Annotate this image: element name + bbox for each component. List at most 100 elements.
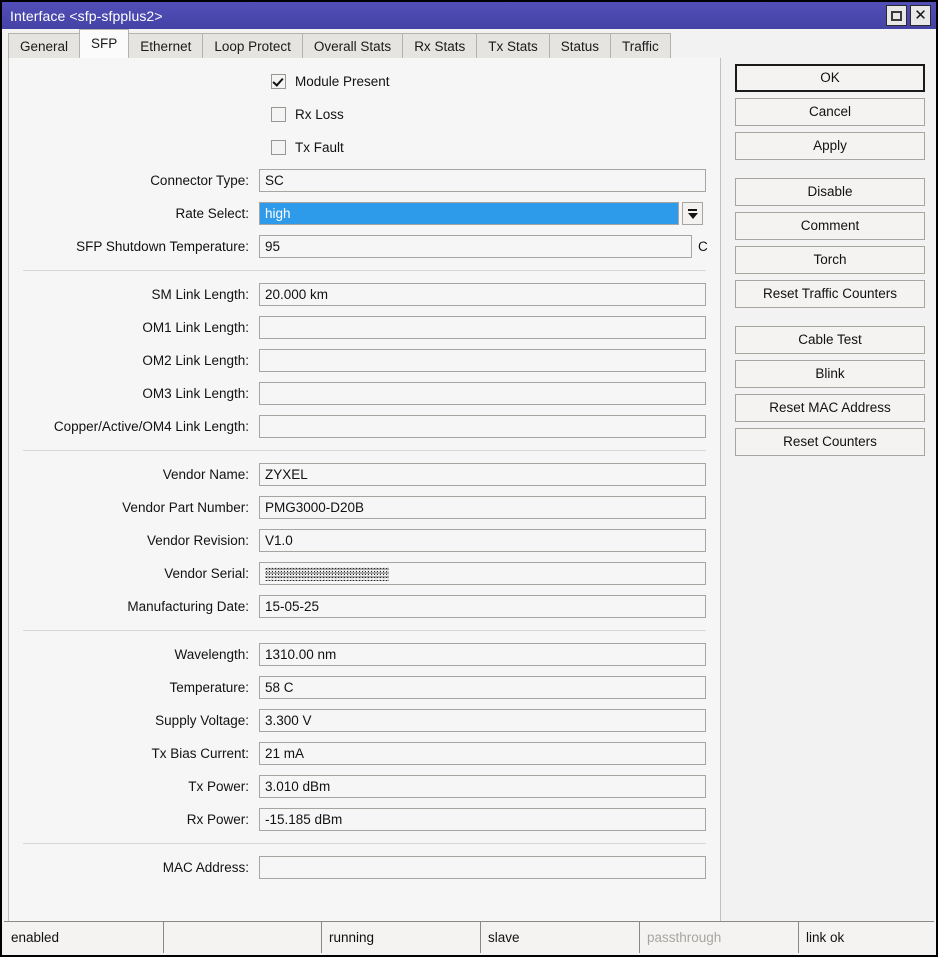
tab-sfp[interactable]: SFP — [79, 29, 129, 58]
label-rx-power: Rx Power: — [9, 812, 259, 827]
input-tx-bias-current[interactable]: 21 mA — [259, 742, 706, 765]
window-titlebar: Interface <sfp-sfpplus2> ✕ — [2, 2, 936, 29]
input-shutdown-temperature[interactable]: 95 — [259, 235, 692, 258]
field-row-supply-voltage: Supply Voltage: 3.300 V — [9, 704, 720, 737]
tab-rx-stats[interactable]: Rx Stats — [402, 33, 477, 58]
field-row-sm-link-length: SM Link Length: 20.000 km — [9, 278, 720, 311]
separator-4 — [23, 843, 706, 844]
action-button-panel: OK Cancel Apply Disable Comment Torch Re… — [735, 64, 925, 462]
field-row-tx-bias-current: Tx Bias Current: 21 mA — [9, 737, 720, 770]
maximize-square-glyph — [891, 11, 902, 21]
status-cell-passthrough: passthrough — [640, 922, 799, 953]
checkbox-rx-loss[interactable] — [271, 107, 286, 122]
input-om3-link-length[interactable] — [259, 382, 706, 405]
separator-1 — [23, 270, 706, 271]
reset-traffic-counters-button[interactable]: Reset Traffic Counters — [735, 280, 925, 308]
field-row-vendor-serial: Vendor Serial: — [9, 557, 720, 590]
input-vendor-part-number[interactable]: PMG3000-D20B — [259, 496, 706, 519]
checkbox-row-rx-loss: Rx Loss — [9, 98, 720, 131]
input-om2-link-length[interactable] — [259, 349, 706, 372]
label-vendor-name: Vendor Name: — [9, 467, 259, 482]
reset-counters-button[interactable]: Reset Counters — [735, 428, 925, 456]
status-cell-slave: slave — [481, 922, 640, 953]
label-tx-bias-current: Tx Bias Current: — [9, 746, 259, 761]
tab-loop-protect[interactable]: Loop Protect — [202, 33, 303, 58]
redacted-serial-mask — [265, 567, 389, 581]
label-connector-type: Connector Type: — [9, 173, 259, 188]
apply-button[interactable]: Apply — [735, 132, 925, 160]
tab-overall-stats[interactable]: Overall Stats — [302, 33, 403, 58]
input-tx-power[interactable]: 3.010 dBm — [259, 775, 706, 798]
button-group-gap-2 — [735, 314, 925, 326]
chevron-bar-glyph — [688, 209, 697, 211]
field-row-vendor-revision: Vendor Revision: V1.0 — [9, 524, 720, 557]
field-row-mac-address: MAC Address: — [9, 851, 720, 884]
interface-dialog-window: Interface <sfp-sfpplus2> ✕ General SFP E… — [0, 0, 938, 957]
input-mac-address[interactable] — [259, 856, 706, 879]
input-om4-link-length[interactable] — [259, 415, 706, 438]
tab-tx-stats[interactable]: Tx Stats — [476, 33, 550, 58]
reset-mac-address-button[interactable]: Reset MAC Address — [735, 394, 925, 422]
label-supply-voltage: Supply Voltage: — [9, 713, 259, 728]
combo-rate-select: high — [259, 202, 703, 225]
field-row-om3-link-length: OM3 Link Length: — [9, 377, 720, 410]
window-controls: ✕ — [886, 5, 931, 26]
status-bar: enabled running slave passthrough link o… — [4, 921, 934, 953]
label-vendor-serial: Vendor Serial: — [9, 566, 259, 581]
unit-shutdown-temperature: C — [698, 239, 708, 254]
field-row-tx-power: Tx Power: 3.010 dBm — [9, 770, 720, 803]
torch-button[interactable]: Torch — [735, 246, 925, 274]
input-supply-voltage[interactable]: 3.300 V — [259, 709, 706, 732]
maximize-icon[interactable] — [886, 5, 907, 26]
input-connector-type[interactable]: SC — [259, 169, 706, 192]
field-row-om1-link-length: OM1 Link Length: — [9, 311, 720, 344]
input-vendor-revision[interactable]: V1.0 — [259, 529, 706, 552]
sfp-settings-panel: Module Present Rx Loss Tx Fault Connecto… — [8, 58, 721, 944]
label-vendor-revision: Vendor Revision: — [9, 533, 259, 548]
tab-traffic[interactable]: Traffic — [610, 33, 671, 58]
checkbox-tx-fault[interactable] — [271, 140, 286, 155]
comment-button[interactable]: Comment — [735, 212, 925, 240]
checkbox-module-present[interactable] — [271, 74, 286, 89]
field-row-connector-type: Connector Type: SC — [9, 164, 720, 197]
input-rate-select[interactable]: high — [259, 202, 679, 225]
field-row-shutdown-temperature: SFP Shutdown Temperature: 95 C — [9, 230, 720, 263]
button-group-gap-1 — [735, 166, 925, 178]
label-tx-power: Tx Power: — [9, 779, 259, 794]
tab-status[interactable]: Status — [549, 33, 611, 58]
status-cell-enabled: enabled — [4, 922, 164, 953]
input-manufacturing-date[interactable]: 15-05-25 — [259, 595, 706, 618]
chevron-down-icon[interactable] — [682, 202, 703, 225]
disable-button[interactable]: Disable — [735, 178, 925, 206]
close-x-glyph: ✕ — [914, 8, 927, 23]
tab-general[interactable]: General — [8, 33, 80, 58]
field-row-manufacturing-date: Manufacturing Date: 15-05-25 — [9, 590, 720, 623]
input-vendor-serial[interactable] — [259, 562, 706, 585]
label-wavelength: Wavelength: — [9, 647, 259, 662]
close-icon[interactable]: ✕ — [910, 5, 931, 26]
input-temperature[interactable]: 58 C — [259, 676, 706, 699]
status-cell-link-ok: link ok — [799, 922, 934, 953]
input-wavelength[interactable]: 1310.00 nm — [259, 643, 706, 666]
label-temperature: Temperature: — [9, 680, 259, 695]
field-row-temperature: Temperature: 58 C — [9, 671, 720, 704]
input-rx-power[interactable]: -15.185 dBm — [259, 808, 706, 831]
input-sm-link-length[interactable]: 20.000 km — [259, 283, 706, 306]
checkbox-row-tx-fault: Tx Fault — [9, 131, 720, 164]
input-om1-link-length[interactable] — [259, 316, 706, 339]
blink-button[interactable]: Blink — [735, 360, 925, 388]
label-shutdown-temperature: SFP Shutdown Temperature: — [9, 239, 259, 254]
label-rate-select: Rate Select: — [9, 206, 259, 221]
cancel-button[interactable]: Cancel — [735, 98, 925, 126]
ok-button[interactable]: OK — [735, 64, 925, 92]
tab-ethernet[interactable]: Ethernet — [128, 33, 203, 58]
cable-test-button[interactable]: Cable Test — [735, 326, 925, 354]
status-cell-running: running — [322, 922, 481, 953]
label-vendor-part-number: Vendor Part Number: — [9, 500, 259, 515]
checkbox-label-module-present: Module Present — [295, 74, 390, 89]
label-om2-link-length: OM2 Link Length: — [9, 353, 259, 368]
separator-2 — [23, 450, 706, 451]
field-row-rate-select: Rate Select: high — [9, 197, 720, 230]
field-row-om2-link-length: OM2 Link Length: — [9, 344, 720, 377]
input-vendor-name[interactable]: ZYXEL — [259, 463, 706, 486]
